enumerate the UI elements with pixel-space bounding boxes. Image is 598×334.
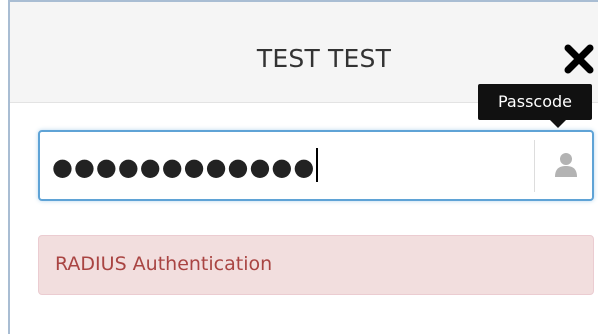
tooltip-arrow: [550, 120, 566, 128]
passcode-input[interactable]: ●●●●●●●●●●●●: [52, 148, 319, 185]
passcode-input-group[interactable]: ●●●●●●●●●●●●: [38, 130, 594, 201]
passcode-tooltip: Passcode: [478, 84, 592, 120]
alert-message: RADIUS Authentication: [55, 253, 273, 275]
dialog-title: TEST TEST: [256, 44, 392, 73]
passcode-masked-text: ●●●●●●●●●●●●: [52, 153, 316, 181]
user-icon: [555, 153, 577, 177]
close-icon: [564, 44, 594, 74]
text-caret: [316, 148, 319, 182]
input-addon-divider: [534, 140, 535, 192]
close-button[interactable]: [564, 44, 594, 74]
error-alert: RADIUS Authentication: [38, 235, 594, 295]
